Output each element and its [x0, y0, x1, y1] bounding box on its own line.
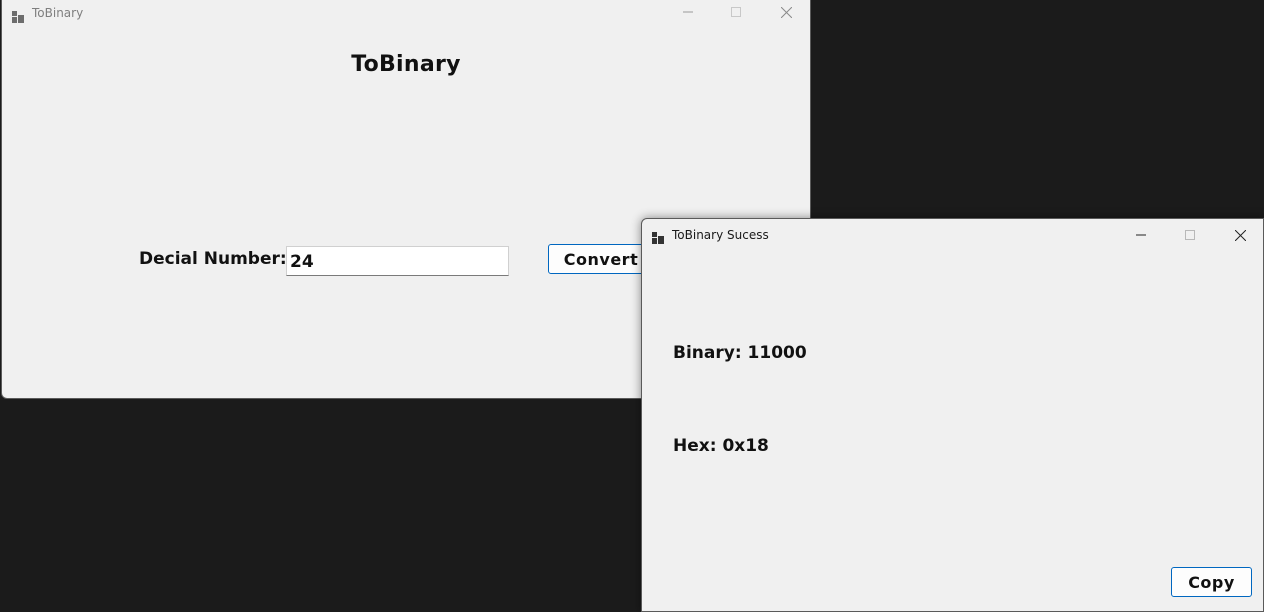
page-title: ToBinary	[351, 52, 461, 77]
main-titlebar[interactable]: ToBinary	[2, 0, 810, 30]
app-icon	[652, 229, 664, 244]
maximize-button[interactable]	[713, 0, 759, 27]
copy-button[interactable]: Copy	[1171, 567, 1252, 597]
close-icon	[1234, 229, 1246, 241]
minimize-button[interactable]	[665, 0, 711, 27]
convert-button[interactable]: Convert	[548, 244, 654, 274]
close-button[interactable]	[1217, 220, 1263, 250]
close-icon	[780, 6, 792, 18]
window-title: ToBinary Sucess	[672, 228, 769, 242]
maximize-icon	[731, 7, 741, 17]
minimize-icon	[683, 11, 693, 13]
app-icon	[12, 8, 24, 23]
result-window: ToBinary Sucess Binary: 11000 Hex: 0x18 …	[641, 218, 1264, 612]
maximize-icon	[1185, 230, 1195, 240]
hex-result: Hex: 0x18	[673, 436, 769, 456]
window-title: ToBinary	[32, 6, 84, 20]
decimal-number-label: Decial Number:	[139, 249, 287, 269]
decimal-number-input[interactable]	[286, 246, 509, 276]
maximize-button[interactable]	[1167, 220, 1213, 250]
binary-result: Binary: 11000	[673, 343, 807, 363]
minimize-button[interactable]	[1118, 220, 1164, 250]
close-button[interactable]	[763, 0, 809, 27]
minimize-icon	[1136, 234, 1146, 236]
result-titlebar[interactable]: ToBinary Sucess	[642, 219, 1263, 249]
